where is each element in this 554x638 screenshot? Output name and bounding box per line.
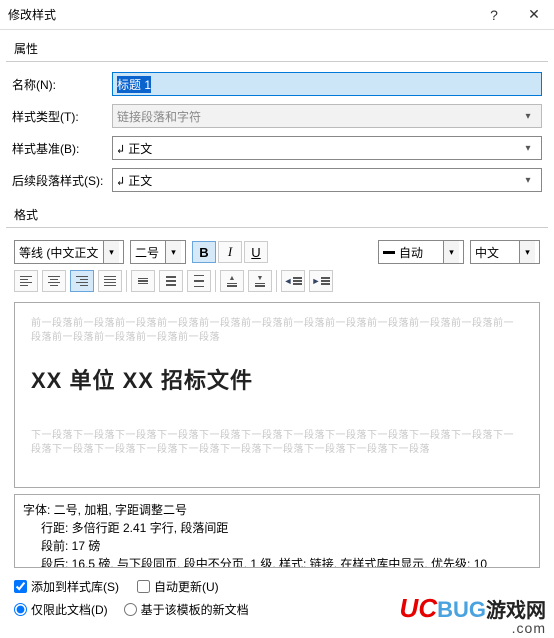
line-spacing-2-button[interactable] (187, 270, 211, 292)
desc-line-1: 字体: 二号, 加粗, 字距调整二号 (23, 501, 531, 519)
script-combo[interactable]: 中文 ▾ (470, 240, 540, 264)
window-title: 修改样式 (8, 6, 474, 23)
only-this-doc-radio[interactable]: 仅限此文档(D) (14, 601, 108, 618)
follow-style-value: 正文 (128, 174, 152, 188)
auto-update-checkbox[interactable]: 自动更新(U) (137, 578, 219, 595)
help-button[interactable]: ? (474, 0, 514, 30)
add-to-gallery-checkbox[interactable]: 添加到样式库(S) (14, 578, 119, 595)
font-color-value: 自动 (399, 244, 423, 261)
script-value: 中文 (471, 244, 519, 261)
add-to-gallery-label: 添加到样式库(S) (31, 578, 119, 595)
style-base-label: 样式基准(B): (12, 140, 112, 157)
watermark: UCBUG游戏网 .com (400, 593, 546, 636)
style-type-value: 链接段落和字符 (117, 108, 201, 125)
chevron-down-icon[interactable]: ▾ (519, 241, 535, 263)
chevron-down-icon[interactable]: ▾ (103, 241, 119, 263)
chevron-down-icon[interactable]: ▾ (165, 241, 181, 263)
row-style-type: 样式类型(T): 链接段落和字符 ▾ (0, 100, 554, 132)
preview-after-text: 下一段落下一段落下一段落下一段落下一段落下一段落下一段落下一段落下一段落下一段落… (31, 429, 523, 457)
align-left-button[interactable] (14, 270, 38, 292)
font-color-combo[interactable]: 自动 ▾ (378, 240, 464, 264)
based-template-label: 基于该模板的新文档 (141, 601, 249, 618)
align-center-button[interactable] (42, 270, 66, 292)
font-size-combo[interactable]: 二号 ▾ (130, 240, 186, 264)
style-base-select[interactable]: ↲正文 ▾ (112, 136, 542, 160)
line-spacing-15-button[interactable] (159, 270, 183, 292)
name-label: 名称(N): (12, 76, 112, 93)
style-type-select: 链接段落和字符 ▾ (112, 104, 542, 128)
line-spacing-1-button[interactable] (131, 270, 155, 292)
space-before-inc-button[interactable]: ▲ (220, 270, 244, 292)
preview-before-text: 前一段落前一段落前一段落前一段落前一段落前一段落前一段落前一段落前一段落前一段落… (31, 317, 523, 345)
desc-line-3: 段前: 17 磅 (23, 537, 531, 555)
align-justify-button[interactable] (98, 270, 122, 292)
auto-update-label: 自动更新(U) (154, 578, 219, 595)
separator (126, 270, 127, 292)
chevron-down-icon[interactable]: ▾ (443, 241, 459, 263)
based-template-radio[interactable]: 基于该模板的新文档 (124, 601, 249, 618)
font-name-combo[interactable]: 等线 (中文正文 ▾ (14, 240, 124, 264)
decrease-indent-button[interactable]: ◄ (281, 270, 305, 292)
desc-line-2: 行距: 多倍行距 2.41 字行, 段落间距 (23, 519, 531, 537)
format-toolbar-2: ▲ ▼ ◄ ► (0, 268, 554, 298)
row-follow-style: 后续段落样式(S): ↲正文 ▾ (0, 164, 554, 196)
align-right-button[interactable] (70, 270, 94, 292)
name-value: 标题 1 (117, 76, 151, 93)
name-input[interactable]: 标题 1 (112, 72, 542, 96)
close-button[interactable]: ✕ (514, 0, 554, 30)
separator (276, 270, 277, 292)
style-base-value: 正文 (128, 142, 152, 156)
increase-indent-button[interactable]: ► (309, 270, 333, 292)
separator (215, 270, 216, 292)
preview-pane: 前一段落前一段落前一段落前一段落前一段落前一段落前一段落前一段落前一段落前一段落… (14, 302, 540, 488)
space-before-dec-button[interactable]: ▼ (248, 270, 272, 292)
follow-style-label: 后续段落样式(S): (12, 172, 112, 189)
preview-heading: XX 单位 XX 招标文件 (31, 363, 523, 395)
only-this-doc-input[interactable] (14, 603, 27, 616)
desc-line-4: 段后: 16.5 磅, 与下段同页, 段中不分页, 1 级, 样式: 链接, 在… (23, 555, 531, 568)
italic-button[interactable]: I (218, 241, 242, 263)
style-description: 字体: 二号, 加粗, 字距调整二号 行距: 多倍行距 2.41 字行, 段落间… (14, 494, 540, 568)
color-swatch-icon (383, 251, 395, 254)
section-properties-label: 属性 (6, 34, 548, 62)
underline-button[interactable]: U (244, 241, 268, 263)
font-size-value: 二号 (131, 244, 165, 261)
add-to-gallery-input[interactable] (14, 580, 27, 593)
auto-update-input[interactable] (137, 580, 150, 593)
format-toolbar-1: 等线 (中文正文 ▾ 二号 ▾ B I U 自动 ▾ 中文 ▾ (0, 234, 554, 268)
font-name-value: 等线 (中文正文 (15, 244, 103, 261)
bold-button[interactable]: B (192, 241, 216, 263)
only-this-doc-label: 仅限此文档(D) (31, 601, 108, 618)
font-style-group: B I U (192, 241, 268, 263)
chevron-down-icon[interactable]: ▾ (519, 175, 537, 186)
based-template-input[interactable] (124, 603, 137, 616)
chevron-down-icon[interactable]: ▾ (519, 143, 537, 154)
follow-style-select[interactable]: ↲正文 ▾ (112, 168, 542, 192)
style-type-label: 样式类型(T): (12, 108, 112, 125)
section-format-label: 格式 (6, 200, 548, 228)
row-style-base: 样式基准(B): ↲正文 ▾ (0, 132, 554, 164)
chevron-down-icon: ▾ (519, 111, 537, 122)
title-bar: 修改样式 ? ✕ (0, 0, 554, 30)
row-name: 名称(N): 标题 1 (0, 68, 554, 100)
